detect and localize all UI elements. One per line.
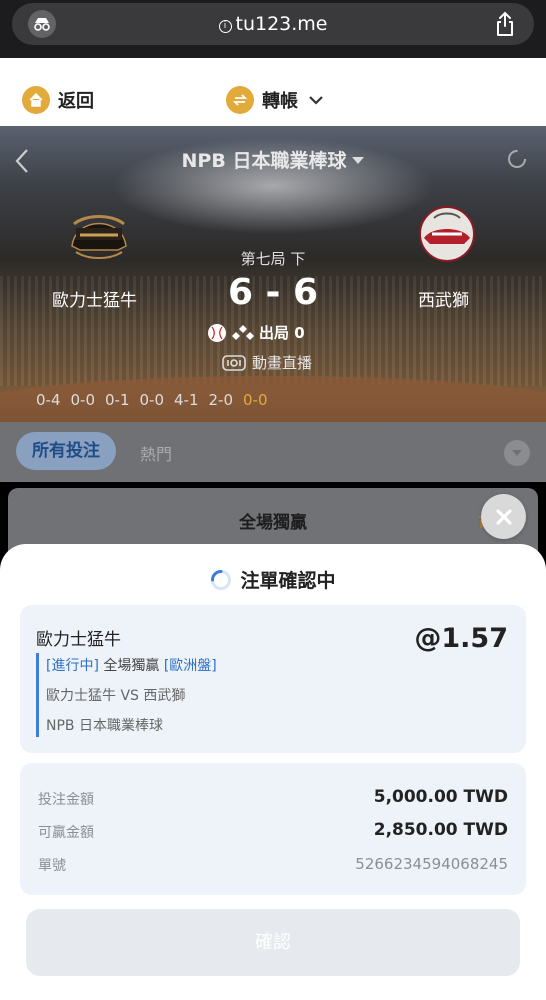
inning-score: 0-0 [139, 391, 165, 409]
league-selector[interactable]: NPB 日本職業棒球 [0, 146, 546, 173]
league-name: NPB 日本職業棒球 [181, 150, 347, 172]
home-team-name: 歐力士猛牛 [52, 291, 137, 311]
stake-row: 投注金額 5,000.00 TWD [38, 787, 508, 811]
tabs-dropdown-icon[interactable] [504, 440, 530, 466]
bet-league: NPB 日本職業棒球 [46, 718, 163, 734]
stake-value: 5,000.00 TWD [373, 787, 508, 807]
bases-icon [232, 324, 254, 340]
bet-confirm-sheet: 注單確認中 歐力士猛牛 @1.57 [進行中] 全場獨贏 [歐洲盤] 歐力士猛牛… [0, 544, 546, 1000]
outs-indicator: 出局 0 [207, 322, 305, 343]
win-row: 可贏金額 2,850.00 TWD [38, 820, 508, 844]
outs-label: 出局 0 [259, 324, 305, 342]
bet-market: 全場獨贏 [103, 658, 160, 674]
back-button[interactable]: 返回 [22, 86, 94, 114]
live-animation-button[interactable]: 動畫直播 [222, 352, 312, 373]
chevron-down-icon [309, 96, 323, 105]
confirm-button[interactable]: 確認 [26, 909, 520, 976]
info-icon: i [218, 20, 232, 33]
stake-label: 投注金額 [38, 792, 94, 808]
bet-matchup: 歐力士猛牛 VS 西武獅 [46, 688, 186, 704]
url-display[interactable]: i tu123.me [12, 13, 534, 35]
inning-score-current: 0-0 [243, 391, 268, 409]
bet-accent-bar [36, 653, 39, 737]
inning-score: 4-1 [174, 391, 199, 409]
caret-down-icon [352, 157, 365, 164]
inning-label: 第七局 下 [240, 250, 306, 268]
inning-score: 2-0 [208, 391, 234, 409]
win-label: 可贏金額 [38, 825, 94, 841]
transfer-icon [226, 86, 254, 114]
tab-hot[interactable]: 熱門 [140, 441, 172, 465]
close-icon [495, 508, 512, 525]
live-label: 動畫直播 [252, 354, 313, 372]
address-bar[interactable]: i tu123.me [12, 3, 534, 45]
sheet-title-text: 注單確認中 [240, 570, 336, 592]
bet-tabs: 所有投注 熱門 [0, 422, 546, 482]
back-label: 返回 [58, 91, 94, 112]
bet-slip-card: 歐力士猛牛 @1.57 [進行中] 全場獨贏 [歐洲盤] 歐力士猛牛 VS 西武… [20, 605, 526, 753]
bet-amount-card: 投注金額 5,000.00 TWD 可贏金額 2,850.00 TWD 單號 5… [20, 763, 526, 895]
inning-score: 0-4 [36, 391, 61, 409]
live-icon [222, 354, 246, 371]
sheet-title: 注單確認中 [0, 566, 546, 593]
bet-odds: @1.57 [414, 623, 508, 654]
url-text: tu123.me [235, 13, 328, 35]
bet-selection: 歐力士猛牛 [36, 630, 121, 650]
away-team-name: 西武獅 [418, 291, 469, 311]
transfer-label: 轉帳 [262, 91, 298, 112]
ticket-value: 5266234594068245 [355, 855, 508, 873]
top-nav: 返回 轉帳 [0, 58, 546, 126]
bet-handicap: [歐洲盤] [163, 658, 217, 674]
transfer-button[interactable]: 轉帳 [226, 86, 324, 114]
inning-scores: 0-4 0-0 0-1 0-0 4-1 2-0 0-0 [36, 391, 268, 409]
win-value: 2,850.00 TWD [373, 820, 508, 840]
ticket-row: 單號 5266234594068245 [38, 853, 508, 877]
browser-toolbar: i tu123.me [0, 0, 546, 58]
share-icon[interactable] [494, 11, 516, 41]
baseball-icon [208, 323, 226, 342]
bet-status: [進行中] [46, 658, 99, 674]
close-button[interactable] [481, 494, 526, 539]
ticket-label: 單號 [38, 858, 66, 874]
market-title: 全場獨贏 [239, 513, 307, 533]
tab-all-bets[interactable]: 所有投注 [16, 432, 116, 470]
loading-spinner-icon [211, 570, 232, 590]
refresh-icon[interactable] [506, 148, 528, 174]
inning-score: 0-0 [70, 391, 96, 409]
inning-score: 0-1 [105, 391, 130, 409]
home-icon [22, 86, 50, 114]
match-scoreboard: NPB 日本職業棒球 第七局 下 6 - 6 歐力士猛牛 西武獅 出局 0 動畫… [0, 126, 546, 422]
bet-market-line: [進行中] 全場獨贏 [歐洲盤] [46, 655, 217, 675]
